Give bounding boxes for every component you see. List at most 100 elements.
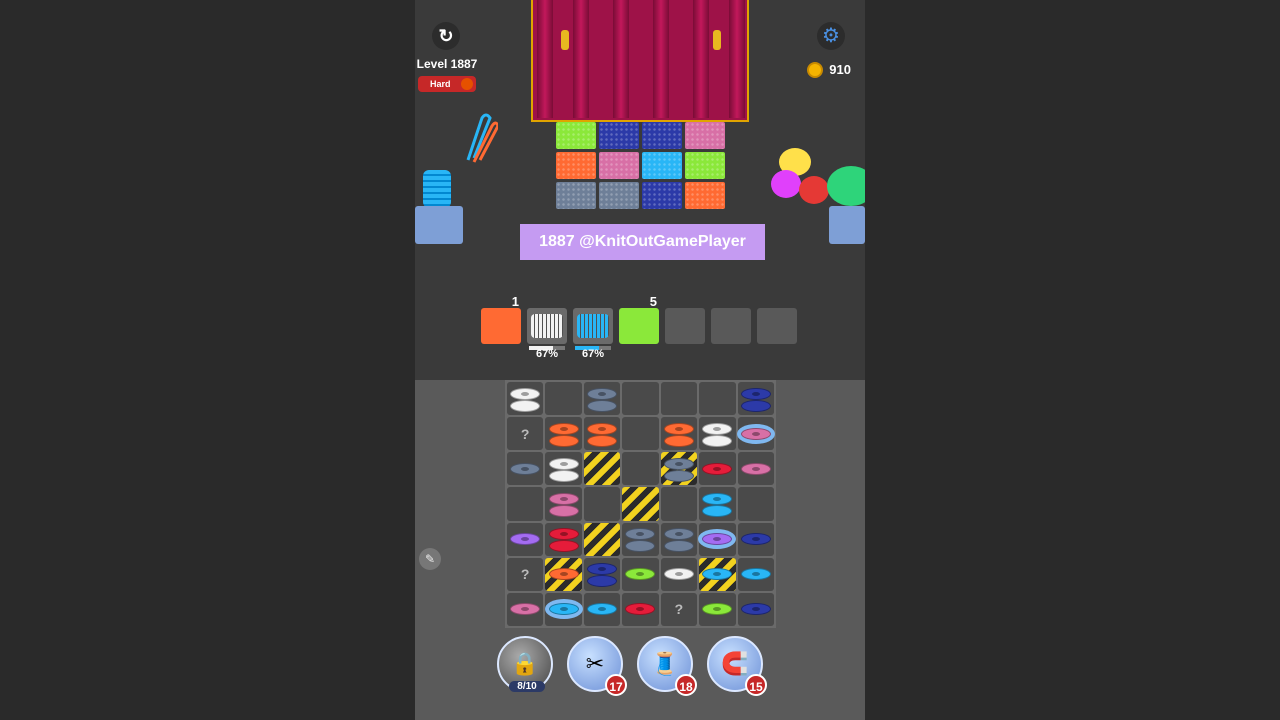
board-cell[interactable] bbox=[545, 487, 582, 521]
board-cell[interactable] bbox=[622, 382, 659, 416]
spool-stack[interactable] bbox=[740, 524, 771, 554]
spool-stack[interactable] bbox=[625, 524, 656, 554]
board-cell[interactable] bbox=[583, 487, 621, 521]
board-cell[interactable] bbox=[699, 592, 736, 626]
board-cell[interactable] bbox=[583, 522, 621, 556]
hidden-spool-cell[interactable]: ? bbox=[507, 557, 544, 591]
spool-stack[interactable] bbox=[587, 559, 618, 589]
spool-stack[interactable] bbox=[587, 384, 618, 414]
spool-hole bbox=[713, 466, 722, 471]
spool-stack[interactable] bbox=[740, 454, 771, 484]
spool-stack[interactable] bbox=[548, 524, 579, 554]
board-cell[interactable] bbox=[660, 417, 698, 451]
board-cell[interactable] bbox=[583, 592, 621, 626]
board-cell[interactable] bbox=[660, 487, 698, 521]
spool-stack[interactable] bbox=[702, 559, 733, 589]
board-cell[interactable] bbox=[507, 487, 544, 521]
spool-stack[interactable] bbox=[510, 384, 541, 414]
board-cell[interactable] bbox=[545, 452, 582, 486]
spool-stack[interactable] bbox=[587, 594, 618, 624]
restart-icon[interactable]: ↻ bbox=[432, 22, 460, 50]
spool-stack[interactable] bbox=[625, 559, 656, 589]
magnet-powerup-button[interactable]: 🧲 15 bbox=[707, 636, 767, 696]
spool-stack[interactable] bbox=[510, 524, 541, 554]
board-cell[interactable] bbox=[622, 487, 659, 521]
board-cell[interactable] bbox=[737, 452, 774, 486]
board-cell[interactable] bbox=[737, 382, 774, 416]
board-cell[interactable] bbox=[622, 557, 659, 591]
spool-stack[interactable] bbox=[663, 419, 694, 449]
slot-number: 5 bbox=[649, 294, 657, 309]
board-cell[interactable] bbox=[660, 522, 698, 556]
gear-icon[interactable]: ⚙ bbox=[817, 22, 845, 50]
board-cell[interactable] bbox=[737, 592, 774, 626]
spool-stack[interactable] bbox=[587, 419, 618, 449]
spool-stack[interactable] bbox=[510, 454, 541, 484]
spool-stack[interactable] bbox=[510, 594, 541, 624]
spool-stack[interactable] bbox=[663, 454, 694, 484]
spool-stack[interactable] bbox=[548, 419, 579, 449]
spool-stack[interactable] bbox=[548, 454, 579, 484]
board-cell[interactable] bbox=[699, 557, 736, 591]
spool-stack[interactable] bbox=[548, 489, 579, 519]
board-cell[interactable] bbox=[660, 452, 698, 486]
spool-stack[interactable] bbox=[740, 384, 771, 414]
board-cell[interactable] bbox=[699, 417, 736, 451]
board-cell[interactable] bbox=[583, 382, 621, 416]
board-cell[interactable] bbox=[622, 452, 659, 486]
slot-percent: 67% bbox=[535, 348, 559, 360]
hidden-spool-cell[interactable]: ? bbox=[507, 417, 544, 451]
board-cell[interactable] bbox=[699, 452, 736, 486]
spool-disc bbox=[702, 504, 733, 517]
spool-stack[interactable] bbox=[702, 454, 733, 484]
board-cell[interactable] bbox=[583, 452, 621, 486]
board-cell[interactable] bbox=[507, 522, 544, 556]
board-cell[interactable] bbox=[583, 557, 621, 591]
coin-counter[interactable]: 910 bbox=[807, 60, 851, 80]
spool-stack[interactable] bbox=[740, 559, 771, 589]
collection-slot: 1 bbox=[481, 294, 521, 344]
spool-stack[interactable] bbox=[548, 559, 579, 589]
board-cell[interactable] bbox=[699, 522, 736, 556]
board-cell[interactable] bbox=[545, 382, 582, 416]
collection-slot bbox=[711, 308, 751, 344]
board-cell[interactable] bbox=[545, 592, 582, 626]
board-cell[interactable] bbox=[622, 522, 659, 556]
pencil-icon[interactable]: ✎ bbox=[419, 548, 441, 570]
spool-stack[interactable] bbox=[663, 559, 694, 589]
spool-stack[interactable] bbox=[548, 594, 579, 624]
board-cell[interactable] bbox=[660, 382, 698, 416]
spool-stack[interactable] bbox=[663, 524, 694, 554]
board-cell[interactable] bbox=[622, 417, 659, 451]
board-cell[interactable] bbox=[737, 522, 774, 556]
yarn-ball-powerup-button[interactable]: 🔒 8/10 bbox=[497, 636, 553, 692]
board-cell[interactable] bbox=[507, 452, 544, 486]
spool-stack[interactable] bbox=[702, 419, 733, 449]
spool-stack[interactable] bbox=[702, 594, 733, 624]
spool-disc bbox=[740, 399, 771, 412]
spool-stack[interactable] bbox=[702, 489, 733, 519]
board-cell[interactable] bbox=[660, 557, 698, 591]
thread-spool-powerup-button[interactable]: 🧵 18 bbox=[637, 636, 697, 696]
collection-slot bbox=[757, 308, 797, 344]
spool-stack[interactable] bbox=[702, 524, 733, 554]
board-cell[interactable] bbox=[699, 487, 736, 521]
board-cell[interactable] bbox=[545, 557, 582, 591]
spool-stack[interactable] bbox=[625, 594, 656, 624]
board-cell[interactable] bbox=[507, 592, 544, 626]
board-cell[interactable] bbox=[545, 417, 582, 451]
board-cell[interactable] bbox=[737, 487, 774, 521]
knit-patch bbox=[685, 182, 725, 209]
spool-stack[interactable] bbox=[740, 419, 771, 449]
board-cell[interactable] bbox=[699, 382, 736, 416]
board-cell[interactable] bbox=[507, 382, 544, 416]
spool-disc bbox=[587, 434, 618, 447]
scissors-powerup-button[interactable]: ✂ 17 bbox=[567, 636, 627, 696]
board-cell[interactable] bbox=[737, 557, 774, 591]
board-cell[interactable] bbox=[545, 522, 582, 556]
board-cell[interactable] bbox=[737, 417, 774, 451]
hidden-spool-cell[interactable]: ? bbox=[660, 592, 698, 626]
spool-stack[interactable] bbox=[740, 594, 771, 624]
board-cell[interactable] bbox=[622, 592, 659, 626]
board-cell[interactable] bbox=[583, 417, 621, 451]
